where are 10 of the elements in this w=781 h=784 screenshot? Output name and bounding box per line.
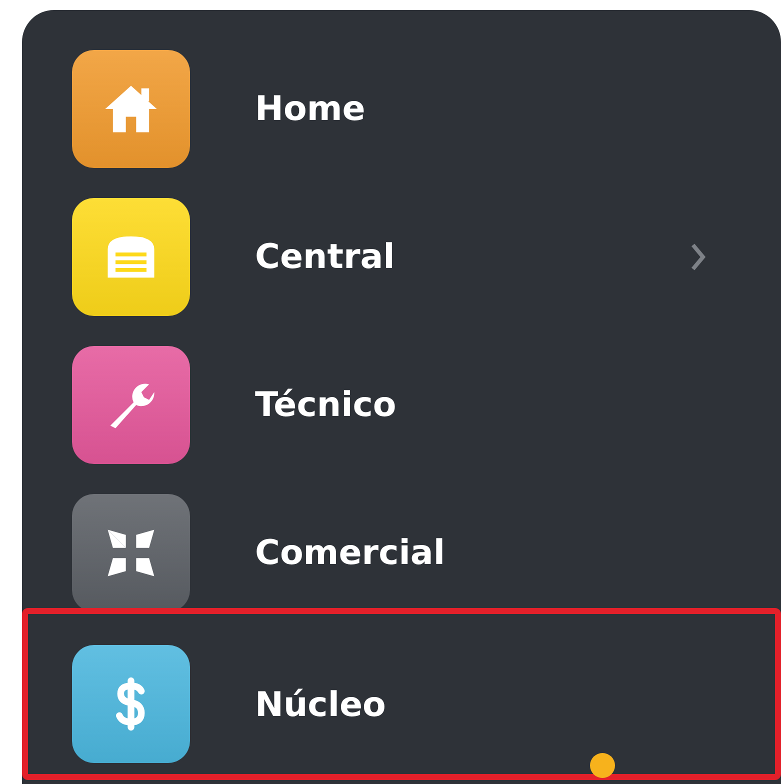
highlighted-menu-item[interactable]: Núcleo (22, 608, 781, 780)
menu-label: Home (255, 89, 366, 129)
menu-label: Núcleo (255, 685, 386, 725)
menu-label: Técnico (255, 385, 396, 425)
menu-item[interactable]: Home (22, 35, 781, 183)
menu-label: Comercial (255, 533, 445, 573)
indicator-dot (590, 753, 615, 778)
menu-item[interactable]: Técnico (22, 331, 781, 479)
menu-label: Central (255, 237, 395, 277)
menu-item[interactable]: Central (22, 183, 781, 331)
